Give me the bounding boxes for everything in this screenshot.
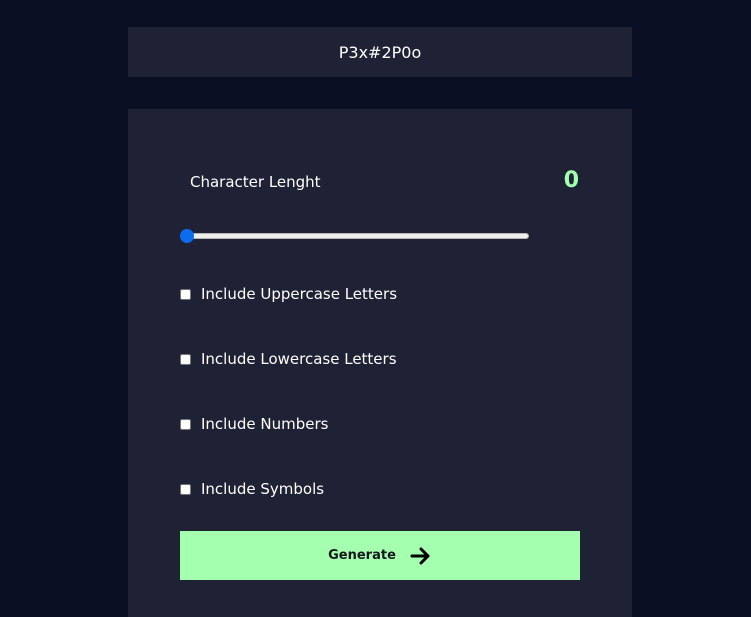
option-numbers[interactable]: Include Numbers: [180, 415, 328, 433]
numbers-checkbox[interactable]: [180, 418, 191, 430]
option-symbols[interactable]: Include Symbols: [180, 480, 324, 498]
generator-panel: Character Lenght 0 Include Uppercase Let…: [128, 109, 632, 617]
option-uppercase[interactable]: Include Uppercase Letters: [180, 285, 397, 303]
option-lowercase[interactable]: Include Lowercase Letters: [180, 350, 397, 368]
character-length-slider[interactable]: [180, 229, 529, 243]
password-text: P3x#2P0o: [338, 42, 422, 62]
symbols-checkbox[interactable]: [180, 483, 191, 495]
generate-button[interactable]: Generate: [180, 531, 580, 580]
character-length-label: Character Lenght: [190, 173, 321, 191]
option-numbers-label: Include Numbers: [201, 415, 329, 433]
option-lowercase-label: Include Lowercase Letters: [201, 350, 397, 368]
generate-button-label: Generate: [328, 548, 396, 563]
lowercase-checkbox[interactable]: [180, 353, 191, 365]
uppercase-checkbox[interactable]: [180, 288, 191, 300]
option-symbols-label: Include Symbols: [201, 480, 325, 498]
password-display: P3x#2P0o: [128, 27, 632, 77]
character-length-value: 0: [563, 168, 579, 193]
arrow-right-icon: [410, 547, 430, 564]
option-uppercase-label: Include Uppercase Letters: [201, 285, 398, 303]
slider-track[interactable]: [182, 233, 529, 239]
slider-thumb[interactable]: [180, 229, 194, 243]
